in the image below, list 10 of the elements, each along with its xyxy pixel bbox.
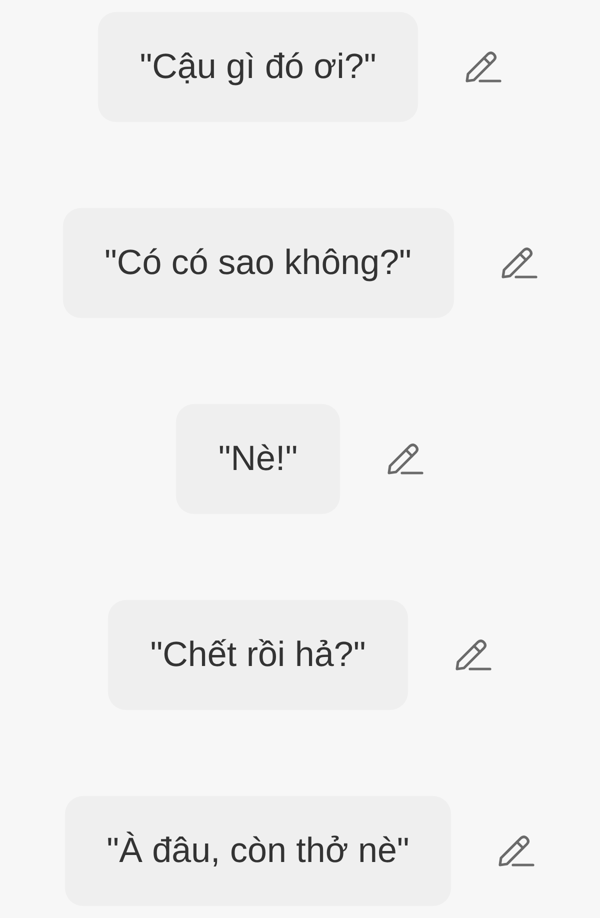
pencil-icon[interactable] <box>454 638 492 672</box>
message-bubble: "Có có sao không?" <box>62 208 454 318</box>
message-bubble: "Nè!" <box>176 404 340 514</box>
pencil-icon[interactable] <box>464 50 502 84</box>
message-bubble: "À đâu, còn thở nè" <box>64 796 452 906</box>
message-bubble: "Chết rồi hả?" <box>108 600 408 710</box>
pencil-icon[interactable] <box>497 834 536 868</box>
pencil-icon[interactable] <box>386 442 424 476</box>
pencil-icon[interactable] <box>500 246 538 280</box>
message-bubble: "Cậu gì đó ơi?" <box>98 12 418 122</box>
